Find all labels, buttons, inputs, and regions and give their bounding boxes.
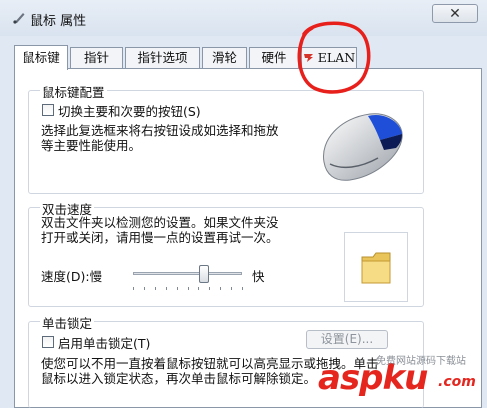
title-bar: 鼠标 属性 ✕ [0, 0, 487, 36]
slider-tick [187, 287, 189, 290]
button-config-title: 鼠标键配置 [40, 82, 107, 101]
test-folder-area[interactable] [344, 232, 408, 302]
switch-buttons-checkbox[interactable] [42, 104, 54, 116]
slider-tick [176, 287, 178, 290]
slider-tick [133, 287, 134, 290]
description-line: 等主要性能使用。 [41, 138, 142, 153]
slider-tick [209, 287, 211, 290]
double-click-description: 双击文件夹以检测您的设置。如果文件夹没 打开或关闭，请用慢一点的设置再试一次。 [41, 215, 279, 245]
click-lock-settings-button[interactable]: 设置(E)... [306, 330, 388, 349]
tab-label: 指针选项 [137, 50, 188, 65]
tab-pointers[interactable]: 指针 [70, 47, 123, 68]
slider-tick [198, 287, 200, 290]
description-line: 打开或关闭，请用慢一点的设置再试一次。 [41, 230, 279, 245]
mouse-illustration-icon [323, 113, 403, 181]
mouse-app-icon [13, 13, 25, 24]
slider-tick [143, 287, 145, 290]
watermark-tld: .com [438, 374, 476, 390]
click-lock-checkbox[interactable] [42, 336, 54, 348]
slider-tick [165, 287, 167, 290]
speed-slow-label: 速度(D):慢 [41, 269, 103, 284]
slider-tick [231, 287, 233, 290]
tab-label: ELAN [317, 50, 356, 65]
click-lock-label: 启用单击锁定(T) [58, 336, 151, 351]
tab-label: 硬件 [261, 50, 287, 65]
tab-pointer-options[interactable]: 指针选项 [125, 47, 200, 68]
site-watermark: aspku .com 免费网站源码下载站 [318, 352, 487, 408]
slider-tick [154, 287, 156, 290]
close-icon: ✕ [449, 5, 461, 22]
slider-tick [220, 287, 222, 290]
window-title: 鼠标 属性 [30, 14, 87, 29]
button-config-description: 选择此复选框来将右按钮设成如选择和拖放 等主要性能使用。 [41, 123, 279, 153]
close-button[interactable]: ✕ [432, 4, 478, 23]
switch-buttons-label: 切换主要和次要的按钮(S) [58, 104, 201, 119]
tab-label: 滑轮 [211, 50, 237, 65]
mouse-properties-dialog: 鼠标 属性 ✕ 鼠标键 指针 指针选项 滑轮 硬件 ELAN 鼠标键配置 切换主… [0, 0, 487, 408]
tab-elan[interactable]: ELAN [301, 47, 357, 68]
tab-label: 鼠标键 [22, 50, 60, 65]
click-lock-title: 单击锁定 [40, 313, 95, 332]
watermark-tagline: 免费网站源码下载站 [376, 356, 466, 367]
settings-button-label: 设置(E)... [320, 332, 374, 346]
speed-slider-thumb[interactable] [198, 265, 209, 283]
tab-hardware[interactable]: 硬件 [249, 47, 299, 68]
speed-fast-label: 快 [252, 269, 265, 284]
tab-label: 指针 [83, 50, 109, 65]
folder-icon [361, 252, 391, 284]
tab-wheel[interactable]: 滑轮 [202, 47, 247, 68]
speed-slider-track[interactable] [133, 272, 242, 275]
elan-logo-icon [303, 54, 313, 62]
slider-tick [242, 287, 243, 290]
tab-buttons[interactable]: 鼠标键 [14, 45, 68, 70]
description-line: 双击文件夹以检测您的设置。如果文件夹没 [41, 215, 279, 230]
description-line: 选择此复选框来将右按钮设成如选择和拖放 [41, 123, 279, 138]
